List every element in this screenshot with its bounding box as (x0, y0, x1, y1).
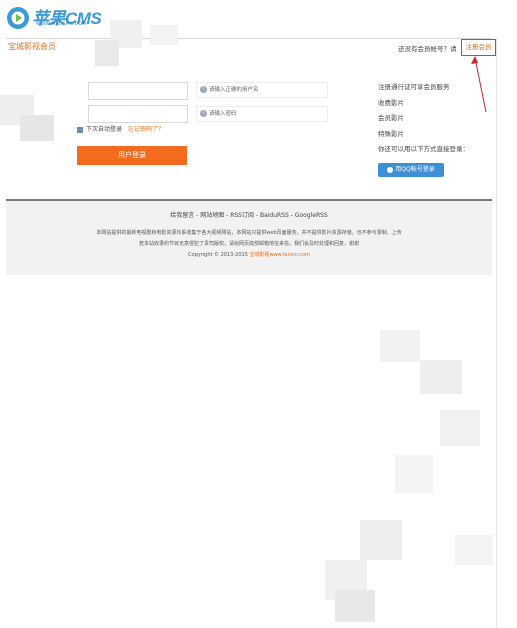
remember-row: 下次自动登录 忘记密码了？ (77, 124, 164, 133)
logo-icon (7, 7, 29, 29)
copyright-text: Copyright © 2013-2015 (188, 252, 248, 258)
site-logo[interactable]: 苹果CMS WWW.MACCMS.COM (6, 4, 106, 34)
login-button[interactable]: 用户登录 (77, 146, 187, 165)
footer-links[interactable]: 给我留言 - 网站地图 - RSS订阅 - BaiduRSS - GoogleR… (6, 210, 492, 219)
copyright-site-link[interactable]: 宝城影视www.lexsm.com (249, 252, 309, 258)
mosaic-block (95, 40, 119, 66)
mosaic-block (335, 590, 375, 622)
remember-checkbox[interactable] (77, 126, 83, 133)
mosaic-block (20, 115, 54, 141)
mosaic-block (150, 25, 178, 45)
qq-icon (387, 166, 394, 173)
benefit-item: 注册通行证可享会员服务 (378, 83, 450, 91)
username-input[interactable] (88, 82, 188, 100)
logo-subtext: WWW.MACCMS.COM (36, 22, 87, 27)
alt-login-text: 你还可以用以下方式直接登录： (378, 145, 469, 153)
footer-disclaimer-1: 本网站提供的最新电视剧和电影资源均系收集于各大视频网站，本网站只提供web页面服… (96, 230, 402, 236)
info-icon: i (200, 86, 207, 93)
mosaic-block (420, 360, 462, 394)
benefit-item: 收费影片 (378, 98, 404, 107)
no-account-hint: 还没有会员帐号？请 (398, 45, 457, 53)
password-tip-text: 请输入密码 (209, 111, 237, 117)
page-title: 宝城影视会员 (8, 42, 56, 51)
benefits-list: 注册通行证可享会员服务 收费影片 会员影片 特殊影片 你还可以用以下方式直接登录… (378, 80, 469, 158)
benefit-item: 会员影片 (378, 114, 404, 122)
mosaic-block (395, 455, 433, 493)
register-link[interactable]: 注册会员 (461, 39, 496, 56)
mosaic-block (440, 410, 480, 446)
footer-copyright: Copyright © 2013-2015 宝城影视www.lexsm.com (6, 251, 492, 258)
mosaic-block (380, 330, 420, 362)
forgot-password-link[interactable]: 忘记密码了？ (128, 126, 164, 133)
qq-login-button[interactable]: 用QQ帐号登录 (378, 163, 444, 177)
top-band: 苹果CMS WWW.MACCMS.COM (0, 0, 517, 40)
password-tip: i 请输入密码 (196, 106, 328, 122)
right-edge-divider (496, 38, 497, 628)
qq-login-label: 用QQ帐号登录 (395, 166, 435, 173)
mosaic-block (360, 520, 402, 560)
remember-label: 下次自动登录 (86, 126, 123, 133)
username-tip-text: 请输入正确的用户名 (209, 87, 259, 93)
mosaic-block (455, 535, 493, 565)
benefit-item: 特殊影片 (378, 129, 404, 138)
username-tip: i 请输入正确的用户名 (196, 82, 328, 98)
info-icon: i (200, 110, 207, 117)
password-input[interactable] (88, 105, 188, 123)
footer: 给我留言 - 网站地图 - RSS订阅 - BaiduRSS - GoogleR… (6, 199, 492, 275)
footer-disclaimer-2: 若本站收录的节目无意侵犯了贵司版权，请给网页底部邮箱地址来信，我们会及时处理和回… (138, 241, 359, 247)
